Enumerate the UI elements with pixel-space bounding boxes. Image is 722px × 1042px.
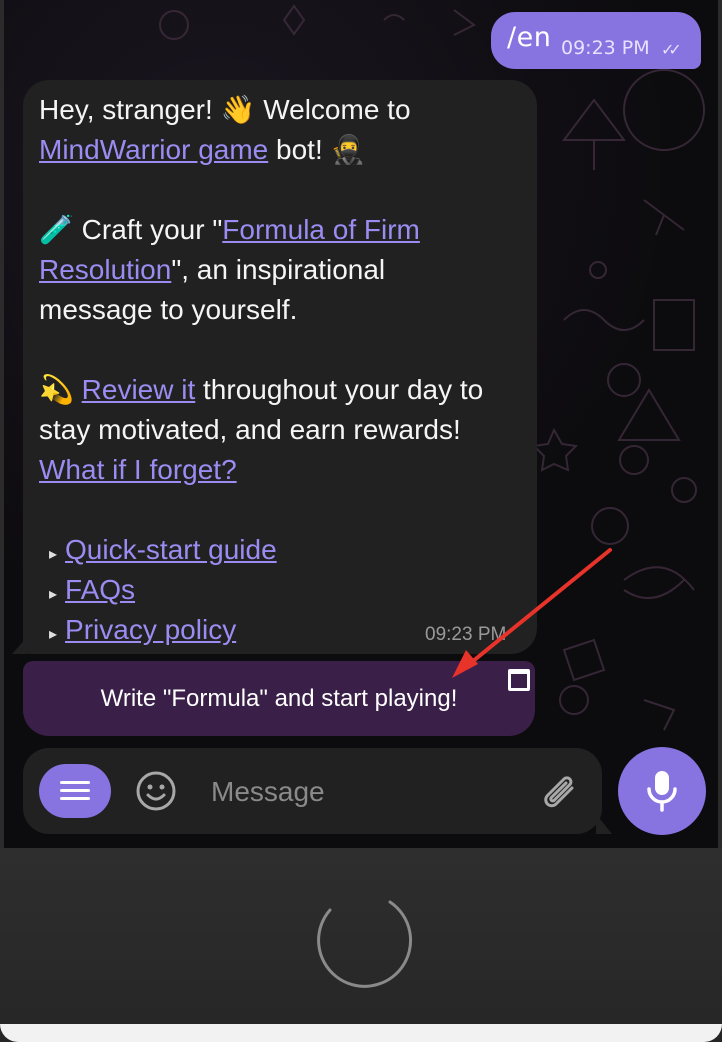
home-button-ring-icon bbox=[317, 900, 413, 988]
review-it-link[interactable]: Review it bbox=[82, 374, 196, 405]
message-line: Resolution", an inspirational bbox=[39, 250, 529, 290]
voice-record-button[interactable] bbox=[618, 747, 706, 835]
bullet-icon: ▸ bbox=[49, 586, 58, 603]
chat-screen: /en 09:23 PM ✓✓ Hey, stranger! 👋 Welcome… bbox=[4, 0, 718, 848]
emoji-button[interactable] bbox=[135, 770, 177, 812]
message-line: stay motivated, and earn rewards! bbox=[39, 410, 529, 450]
phone-frame: /en 09:23 PM ✓✓ Hey, stranger! 👋 Welcome… bbox=[0, 0, 722, 1042]
review-line2-text: stay motivated, and earn rewards! bbox=[39, 414, 461, 445]
waving-hand-icon: 👋 bbox=[220, 93, 256, 126]
review-text: throughout your day to bbox=[195, 374, 484, 405]
privacy-policy-link[interactable]: Privacy policy bbox=[65, 614, 236, 645]
menu-icon-line bbox=[60, 797, 90, 800]
craft-text: Craft your " bbox=[73, 214, 223, 245]
incoming-message-bubble[interactable]: Hey, stranger! 👋 Welcome to MindWarrior … bbox=[23, 80, 537, 654]
list-item: ▸ FAQs bbox=[39, 570, 529, 610]
greeting-text: Hey, stranger! bbox=[39, 94, 221, 125]
message-input[interactable] bbox=[209, 768, 533, 816]
bot-menu-button[interactable] bbox=[39, 764, 111, 818]
list-item: ▸ Quick-start guide bbox=[39, 530, 529, 570]
double-check-icon: ✓✓ bbox=[661, 40, 682, 59]
mindwarrior-game-link[interactable]: MindWarrior game bbox=[39, 134, 268, 165]
window-icon bbox=[508, 669, 530, 691]
message-line: message to yourself. bbox=[39, 290, 529, 330]
dizzy-icon: 💫 bbox=[39, 373, 74, 406]
incoming-message-time: 09:23 PM bbox=[425, 624, 507, 645]
bullet-icon: ▸ bbox=[49, 546, 58, 563]
incoming-message-text: Hey, stranger! 👋 Welcome to MindWarrior … bbox=[39, 90, 529, 650]
home-button[interactable] bbox=[300, 880, 420, 1000]
microphone-icon bbox=[647, 771, 677, 812]
welcome-text: Welcome to bbox=[255, 94, 411, 125]
what-if-i-forget-link[interactable]: What if I forget? bbox=[39, 454, 237, 485]
ninja-icon: 🥷 bbox=[330, 133, 366, 166]
test-tube-icon: 🧪 bbox=[39, 213, 74, 246]
message-line: 💫 Review it throughout your day to bbox=[39, 370, 529, 410]
message-line: 🧪 Craft your "Formula of Firm bbox=[39, 210, 529, 250]
quick-start-guide-link[interactable]: Quick-start guide bbox=[65, 534, 277, 565]
message-input-bar bbox=[23, 748, 602, 834]
formula-link[interactable]: Formula of Firm bbox=[222, 214, 420, 245]
message-line: MindWarrior game bot! 🥷 bbox=[39, 130, 529, 170]
write-formula-button-label: Write "Formula" and start playing! bbox=[100, 685, 458, 712]
bot-text: bot! bbox=[268, 134, 331, 165]
message-line: What if I forget? bbox=[39, 450, 529, 490]
menu-icon-line bbox=[60, 781, 90, 784]
message-line: Hey, stranger! 👋 Welcome to bbox=[39, 90, 529, 130]
craft-line3-text: message to yourself. bbox=[39, 294, 298, 325]
smile-icon bbox=[136, 771, 176, 811]
outgoing-message-bubble[interactable]: /en 09:23 PM ✓✓ bbox=[491, 12, 701, 69]
paperclip-icon bbox=[544, 776, 574, 808]
attach-button[interactable] bbox=[539, 770, 579, 812]
formula-link-continued[interactable]: Resolution bbox=[39, 254, 171, 285]
craft-suffix-text: ", an inspirational bbox=[171, 254, 386, 285]
bullet-icon: ▸ bbox=[49, 626, 58, 643]
faqs-link[interactable]: FAQs bbox=[65, 574, 135, 605]
menu-icon-line bbox=[60, 789, 90, 792]
write-formula-button[interactable]: Write "Formula" and start playing! bbox=[23, 661, 535, 736]
outgoing-message-text: /en bbox=[507, 22, 552, 53]
outgoing-message-time: 09:23 PM bbox=[561, 37, 650, 59]
